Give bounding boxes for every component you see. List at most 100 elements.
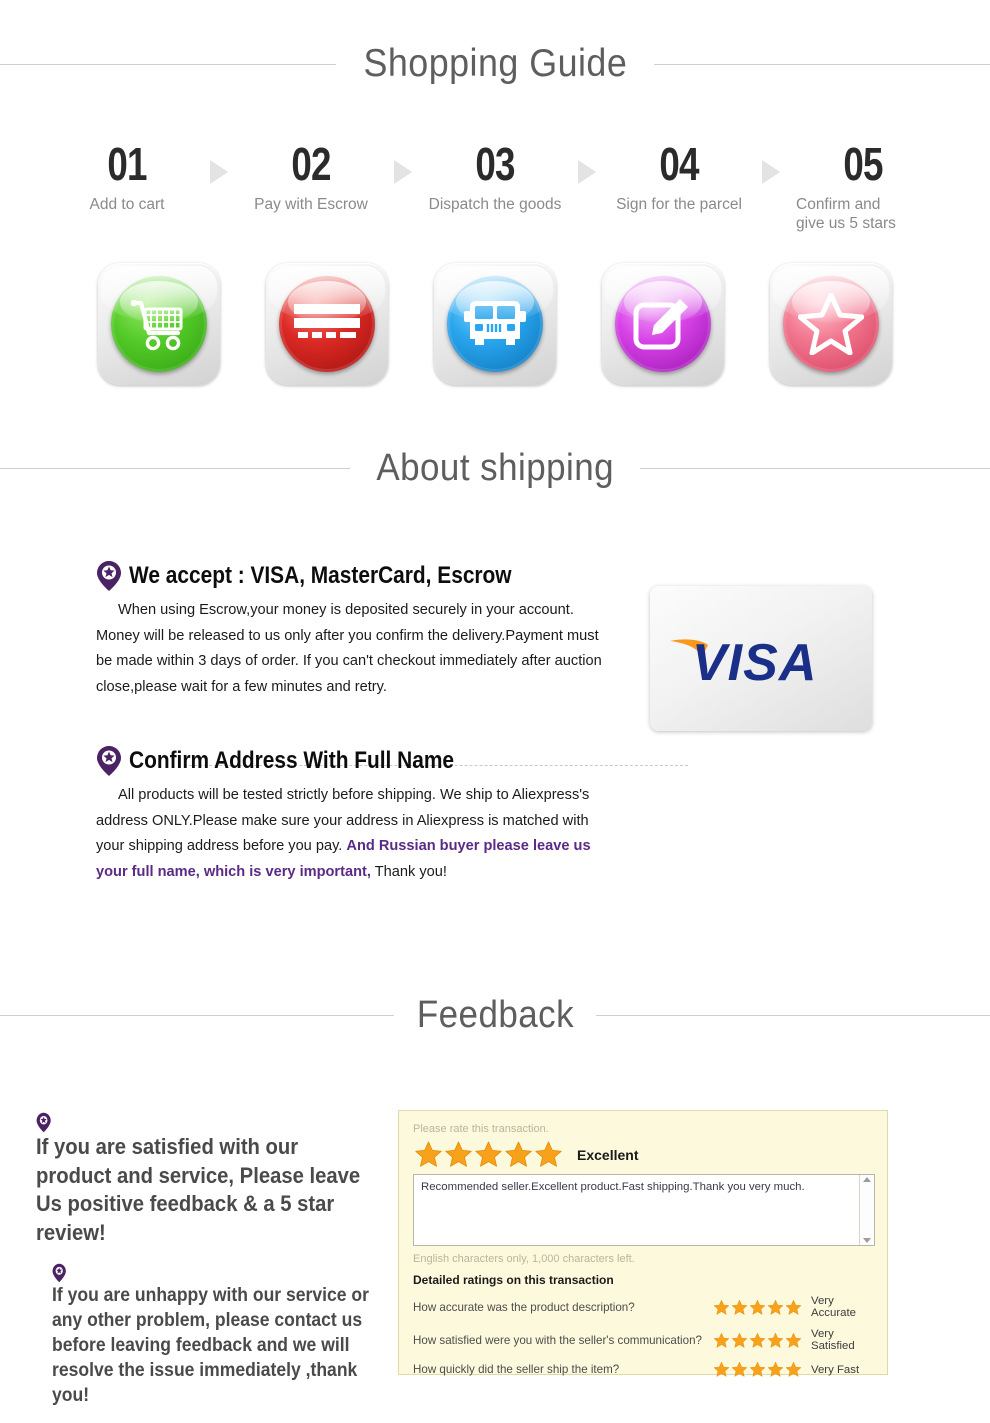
step-number: 03 (475, 138, 515, 190)
overall-rating-label: Excellent (577, 1146, 639, 1163)
about-shipping-section-header: About shipping (0, 446, 990, 490)
feedback-title: Feedback (416, 994, 574, 1036)
confirm-address-heading: Confirm Address With Full Name (96, 745, 626, 777)
delivery-truck-icon (447, 276, 543, 372)
rating-verdict: Very Satisfied (811, 1328, 855, 1352)
rating-question: How quickly did the seller ship the item… (413, 1363, 620, 1376)
rating-stars[interactable] (713, 1332, 811, 1349)
star-icon (731, 1361, 748, 1377)
feedback-section-header: Feedback (0, 993, 990, 1037)
feedback-notes-column: If you are satisfied with our product an… (36, 1112, 376, 1408)
shopping-guide-title: Shopping Guide (363, 42, 627, 85)
feedback-comment-text: Recommended seller.Excellent product.Fas… (421, 1181, 805, 1193)
chevron-right-icon (762, 160, 780, 184)
star-icon (785, 1332, 802, 1348)
confirm-address-heading-text: Confirm Address With Full Name (129, 747, 455, 774)
step-label: Sign for the parcel (616, 196, 742, 213)
step-03: 03 Dispatch the goods (420, 140, 570, 214)
map-pin-star-icon (97, 561, 121, 591)
feedback-comment-textarea[interactable]: Recommended seller.Excellent product.Fas… (413, 1174, 875, 1246)
step-04: 04 Sign for the parcel (604, 140, 754, 214)
feedback-positive-note-text: If you are satisfied with our product an… (36, 1134, 361, 1245)
rating-stars[interactable] (713, 1299, 811, 1316)
header-rule-left (0, 63, 336, 65)
svg-text:VISA: VISA (692, 634, 817, 692)
confirm-address-paragraph: All products will be tested strictly bef… (96, 783, 616, 885)
header-rule-left (0, 1014, 394, 1016)
step-label: Pay with Escrow (254, 196, 368, 213)
star-icon (415, 1141, 442, 1167)
star-icon (713, 1332, 730, 1348)
step-arrow-1 (202, 140, 236, 184)
visa-logo-card: VISA (650, 586, 872, 731)
sign-edit-icon (615, 276, 711, 372)
rating-stars[interactable] (713, 1361, 811, 1378)
detailed-rating-row: How accurate was the product description… (413, 1295, 875, 1319)
rating-verdict: Very Fast (811, 1363, 860, 1376)
step-arrow-2 (386, 140, 420, 184)
shopping-steps-icons-row (0, 262, 990, 386)
step-05: 05 Confirm and give us 5 stars (788, 140, 938, 233)
we-accept-paragraph: When using Escrow,your money is deposite… (96, 602, 602, 695)
step-arrow-4 (754, 140, 788, 184)
step-arrow-3 (570, 140, 604, 184)
header-rule-right (654, 63, 990, 65)
step-number: 01 (107, 138, 147, 190)
star-icon (785, 1361, 802, 1377)
shopping-guide-section-header: Shopping Guide (0, 42, 990, 86)
map-pin-star-icon (36, 1112, 51, 1133)
star-icon (783, 276, 879, 372)
address-body-tail: Thank you! (370, 863, 447, 880)
we-accept-heading-text: We accept : VISA, MasterCard, Escrow (129, 562, 512, 589)
chevron-right-icon (394, 160, 412, 184)
star-icon (785, 1299, 802, 1315)
step-label-line2: give us 5 stars (796, 215, 896, 232)
feedback-rating-panel: Please rate this transaction. Excellent … (398, 1110, 888, 1378)
shopping-steps-row: 01 Add to cart 02 Pay with Escrow 03 Dis… (0, 140, 990, 250)
header-rule-left (0, 467, 350, 469)
star-icon (505, 1141, 532, 1167)
header-rule-right (596, 1014, 990, 1016)
star-icon (475, 1141, 502, 1167)
feedback-problem-note: If you are unhappy with our service or a… (52, 1263, 385, 1408)
star-icon (749, 1332, 766, 1348)
step-icon-button-confirm-give-stars[interactable] (770, 263, 892, 385)
scroll-down-icon[interactable] (863, 1238, 871, 1243)
step-01: 01 Add to cart (52, 140, 202, 214)
star-icon (731, 1299, 748, 1315)
character-count-note: English characters only, 1,000 character… (413, 1253, 635, 1265)
step-label-line1: Confirm and (796, 196, 881, 213)
feedback-positive-note: If you are satisfied with our product an… (36, 1112, 374, 1247)
step-icon-button-sign-for-the-parcel[interactable] (602, 263, 724, 385)
step-number: 05 (843, 138, 883, 190)
star-icon (731, 1332, 748, 1348)
header-rule-right (640, 467, 990, 469)
rating-question: How accurate was the product description… (413, 1300, 635, 1314)
credit-card-icon (279, 276, 375, 372)
shipping-text-column: We accept : VISA, MasterCard, Escrow Whe… (96, 560, 688, 885)
step-label: Add to cart (89, 196, 165, 213)
overall-rating-row: Excellent (414, 1140, 875, 1169)
star-icon (445, 1141, 472, 1167)
step-icon-button-add-to-cart[interactable] (98, 263, 220, 385)
step-label: Confirm and give us 5 stars (788, 195, 938, 233)
step-icon-button-pay-with-escrow[interactable] (266, 263, 388, 385)
overall-star-rating[interactable] (414, 1140, 563, 1169)
we-accept-heading: We accept : VISA, MasterCard, Escrow (96, 560, 626, 592)
scroll-up-icon[interactable] (863, 1177, 871, 1182)
step-number: 02 (291, 138, 331, 190)
star-icon (535, 1141, 562, 1167)
star-icon (767, 1299, 784, 1315)
map-pin-star-icon (52, 1263, 66, 1283)
step-icon-button-dispatch-the-goods[interactable] (434, 263, 556, 385)
star-icon (767, 1332, 784, 1348)
about-shipping-title: About shipping (376, 447, 614, 489)
star-icon (767, 1361, 784, 1377)
star-icon (749, 1361, 766, 1377)
rating-verdict: Very Accurate (811, 1295, 856, 1319)
star-icon (749, 1299, 766, 1315)
star-icon (713, 1299, 730, 1315)
rating-question: How satisfied were you with the seller's… (413, 1333, 702, 1347)
map-pin-star-icon (97, 746, 121, 776)
textarea-scrollbar[interactable] (859, 1175, 874, 1245)
